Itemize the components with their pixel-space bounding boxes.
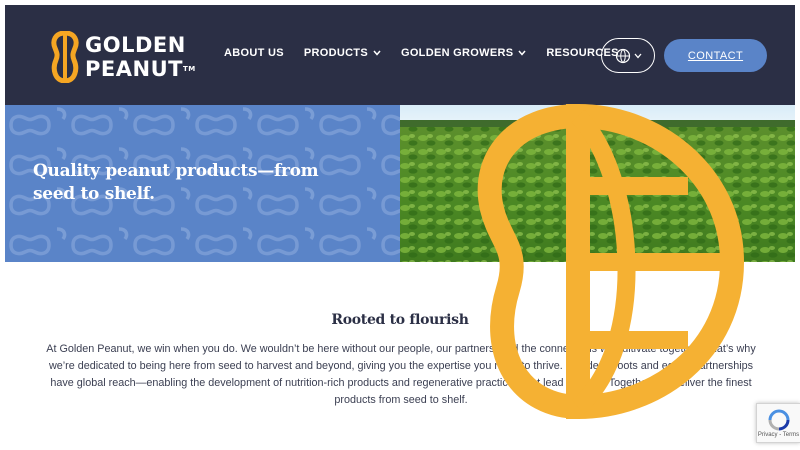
page: GOLDEN PEANUTTM ABOUT US PRODUCTS GOLDEN…: [0, 0, 800, 450]
peanut-logo-icon: [51, 31, 79, 83]
contact-button[interactable]: CONTACT: [664, 39, 767, 72]
nav-item-about-us[interactable]: ABOUT US: [224, 43, 284, 63]
field-image: [400, 105, 795, 262]
chevron-down-icon: [634, 53, 641, 58]
language-selector-button[interactable]: [601, 38, 655, 73]
nav-item-golden-growers[interactable]: GOLDEN GROWERS: [401, 43, 526, 63]
logo-wordmark: GOLDEN PEANUTTM: [85, 33, 196, 81]
nav-item-products[interactable]: PRODUCTS: [304, 43, 381, 63]
golden-peanut-logo[interactable]: GOLDEN PEANUTTM: [49, 31, 195, 85]
chevron-down-icon: [373, 50, 381, 56]
nav-label: ABOUT US: [224, 47, 284, 59]
section-body-text: At Golden Peanut, we win when you do. We…: [46, 343, 756, 406]
site-header: GOLDEN PEANUTTM ABOUT US PRODUCTS GOLDEN…: [5, 5, 795, 105]
recaptcha-links[interactable]: Privacy - Terms: [758, 432, 799, 438]
recaptcha-icon: [768, 409, 789, 430]
hero-banner: Quality peanut products—from seed to she…: [5, 105, 400, 262]
nav-label: GOLDEN GROWERS: [400, 47, 514, 59]
recaptcha-badge[interactable]: Privacy - Terms: [756, 403, 800, 443]
hero-title: Quality peanut products—from seed to she…: [33, 161, 319, 204]
peanut-field-photo: [400, 105, 795, 262]
chevron-down-icon: [518, 50, 526, 56]
logo-line-2-text: PEANUT: [85, 57, 183, 81]
globe-icon: [615, 48, 630, 63]
main-nav: ABOUT US PRODUCTS GOLDEN GROWERS RESOURC…: [224, 43, 619, 63]
trademark-mark: TM: [182, 65, 196, 73]
logo-line-1: GOLDEN: [85, 33, 186, 57]
section-title: Rooted to flourish: [331, 312, 469, 328]
nav-label: PRODUCTS: [303, 47, 368, 59]
logo-line-2: PEANUTTM: [85, 57, 196, 81]
